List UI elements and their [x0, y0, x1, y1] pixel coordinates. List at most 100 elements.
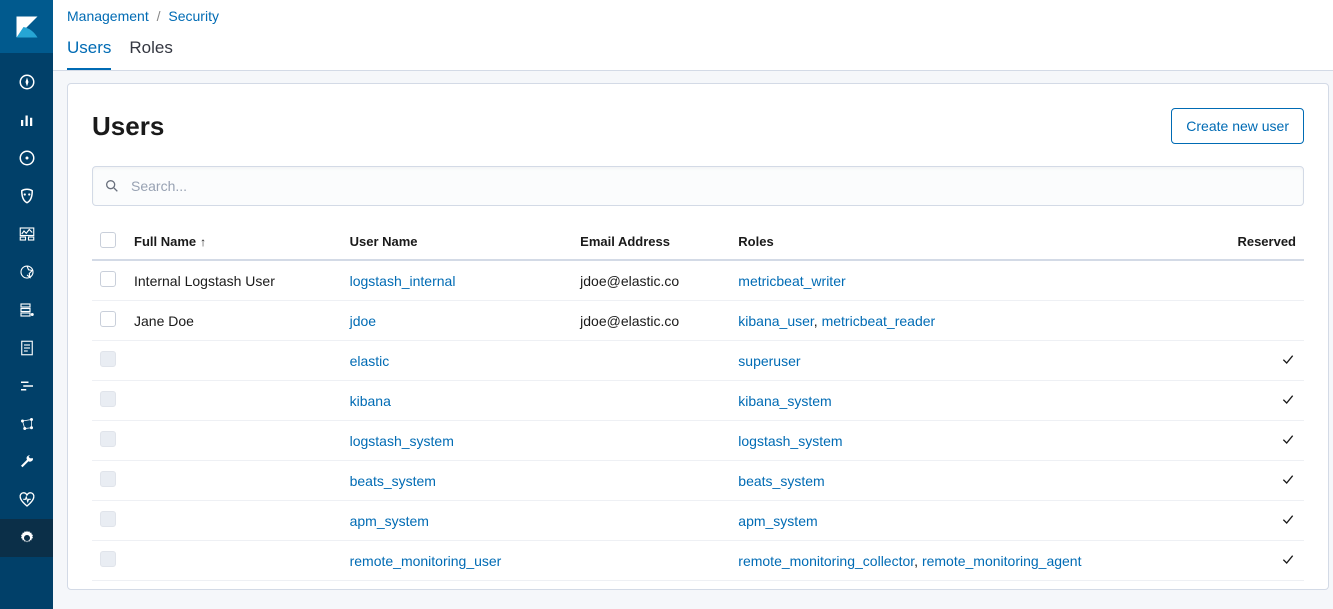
- nav-discover-icon[interactable]: [0, 63, 53, 101]
- check-icon: [1280, 551, 1296, 567]
- cell-roles: beats_system: [730, 461, 1224, 501]
- username-link[interactable]: remote_monitoring_user: [350, 553, 502, 569]
- cell-roles: logstash_system: [730, 421, 1224, 461]
- table-row: remote_monitoring_user remote_monitoring_…: [92, 541, 1304, 581]
- row-checkbox: [100, 391, 116, 407]
- cell-email: [572, 421, 730, 461]
- search-icon: [104, 178, 120, 194]
- row-checkbox[interactable]: [100, 311, 116, 327]
- sort-asc-icon: ↑: [200, 235, 206, 249]
- role-link[interactable]: logstash_system: [738, 433, 842, 449]
- role-link[interactable]: superuser: [738, 353, 800, 369]
- breadcrumb-security[interactable]: Security: [168, 8, 219, 24]
- cell-fullname: [126, 381, 342, 421]
- page-title: Users: [92, 111, 164, 142]
- cell-reserved: [1224, 541, 1304, 581]
- cell-reserved: [1224, 421, 1304, 461]
- cell-fullname: [126, 341, 342, 381]
- side-nav: [0, 0, 53, 609]
- role-link[interactable]: remote_monitoring_agent: [922, 553, 1082, 569]
- users-table: Full Name↑ User Name Email Address Roles…: [92, 224, 1304, 581]
- cell-reserved: [1224, 501, 1304, 541]
- role-link[interactable]: apm_system: [738, 513, 817, 529]
- username-link[interactable]: beats_system: [350, 473, 436, 489]
- cell-fullname: [126, 461, 342, 501]
- nav-graph-icon[interactable]: [0, 405, 53, 443]
- nav-management-icon[interactable]: [0, 519, 53, 557]
- cell-reserved: [1224, 341, 1304, 381]
- col-roles[interactable]: Roles: [730, 224, 1224, 260]
- cell-email: [572, 541, 730, 581]
- row-checkbox: [100, 511, 116, 527]
- nav-visualize-icon[interactable]: [0, 101, 53, 139]
- cell-reserved: [1224, 461, 1304, 501]
- nav-timelion-icon[interactable]: [0, 139, 53, 177]
- breadcrumb-management[interactable]: Management: [67, 8, 149, 24]
- role-link[interactable]: metricbeat_reader: [822, 313, 936, 329]
- cell-email: [572, 341, 730, 381]
- tab-roles[interactable]: Roles: [129, 30, 172, 70]
- role-link[interactable]: kibana_system: [738, 393, 831, 409]
- nav-apm-icon[interactable]: [0, 367, 53, 405]
- nav-logs-icon[interactable]: [0, 329, 53, 367]
- select-all-checkbox[interactable]: [100, 232, 116, 248]
- username-link[interactable]: logstash_system: [350, 433, 454, 449]
- cell-fullname: [126, 541, 342, 581]
- col-reserved[interactable]: Reserved: [1224, 224, 1304, 260]
- table-row: Jane Doejdoejdoe@elastic.cokibana_user, …: [92, 301, 1304, 341]
- cell-email: jdoe@elastic.co: [572, 301, 730, 341]
- nav-dashboard-icon[interactable]: [0, 215, 53, 253]
- role-link[interactable]: metricbeat_writer: [738, 273, 845, 289]
- table-row: logstash_system logstash_system: [92, 421, 1304, 461]
- check-icon: [1280, 431, 1296, 447]
- search-input[interactable]: [92, 166, 1304, 206]
- cell-reserved: [1224, 301, 1304, 341]
- cell-roles: remote_monitoring_collector, remote_moni…: [730, 541, 1224, 581]
- cell-fullname: Jane Doe: [126, 301, 342, 341]
- username-link[interactable]: jdoe: [350, 313, 376, 329]
- nav-infra-icon[interactable]: [0, 291, 53, 329]
- role-link[interactable]: kibana_user: [738, 313, 814, 329]
- check-icon: [1280, 391, 1296, 407]
- row-checkbox: [100, 551, 116, 567]
- tabs: Users Roles: [53, 26, 1333, 71]
- nav-devtools-icon[interactable]: [0, 443, 53, 481]
- row-checkbox: [100, 351, 116, 367]
- tab-users[interactable]: Users: [67, 30, 111, 70]
- nav-security-icon[interactable]: [0, 177, 53, 215]
- create-user-button[interactable]: Create new user: [1171, 108, 1304, 144]
- cell-roles: metricbeat_writer: [730, 260, 1224, 301]
- cell-fullname: Internal Logstash User: [126, 260, 342, 301]
- check-icon: [1280, 471, 1296, 487]
- cell-reserved: [1224, 260, 1304, 301]
- table-row: beats_system beats_system: [92, 461, 1304, 501]
- kibana-logo[interactable]: [0, 0, 53, 53]
- breadcrumb: Management / Security: [53, 0, 1333, 26]
- role-link[interactable]: remote_monitoring_collector: [738, 553, 914, 569]
- col-email[interactable]: Email Address: [572, 224, 730, 260]
- cell-roles: superuser: [730, 341, 1224, 381]
- cell-email: [572, 381, 730, 421]
- username-link[interactable]: elastic: [350, 353, 390, 369]
- col-fullname[interactable]: Full Name↑: [126, 224, 342, 260]
- row-checkbox[interactable]: [100, 271, 116, 287]
- username-link[interactable]: apm_system: [350, 513, 429, 529]
- col-username[interactable]: User Name: [342, 224, 573, 260]
- users-panel: Users Create new user Full Name↑ User Na…: [67, 83, 1329, 590]
- cell-reserved: [1224, 381, 1304, 421]
- nav-monitoring-icon[interactable]: [0, 481, 53, 519]
- check-icon: [1280, 511, 1296, 527]
- cell-roles: apm_system: [730, 501, 1224, 541]
- username-link[interactable]: logstash_internal: [350, 273, 456, 289]
- cell-email: [572, 501, 730, 541]
- cell-email: jdoe@elastic.co: [572, 260, 730, 301]
- role-link[interactable]: beats_system: [738, 473, 824, 489]
- table-row: apm_system apm_system: [92, 501, 1304, 541]
- table-row: Internal Logstash User logstash_internal j…: [92, 260, 1304, 301]
- table-row: kibana kibana_system: [92, 381, 1304, 421]
- cell-roles: kibana_system: [730, 381, 1224, 421]
- table-row: elastic superuser: [92, 341, 1304, 381]
- cell-fullname: [126, 501, 342, 541]
- nav-canvas-icon[interactable]: [0, 253, 53, 291]
- username-link[interactable]: kibana: [350, 393, 391, 409]
